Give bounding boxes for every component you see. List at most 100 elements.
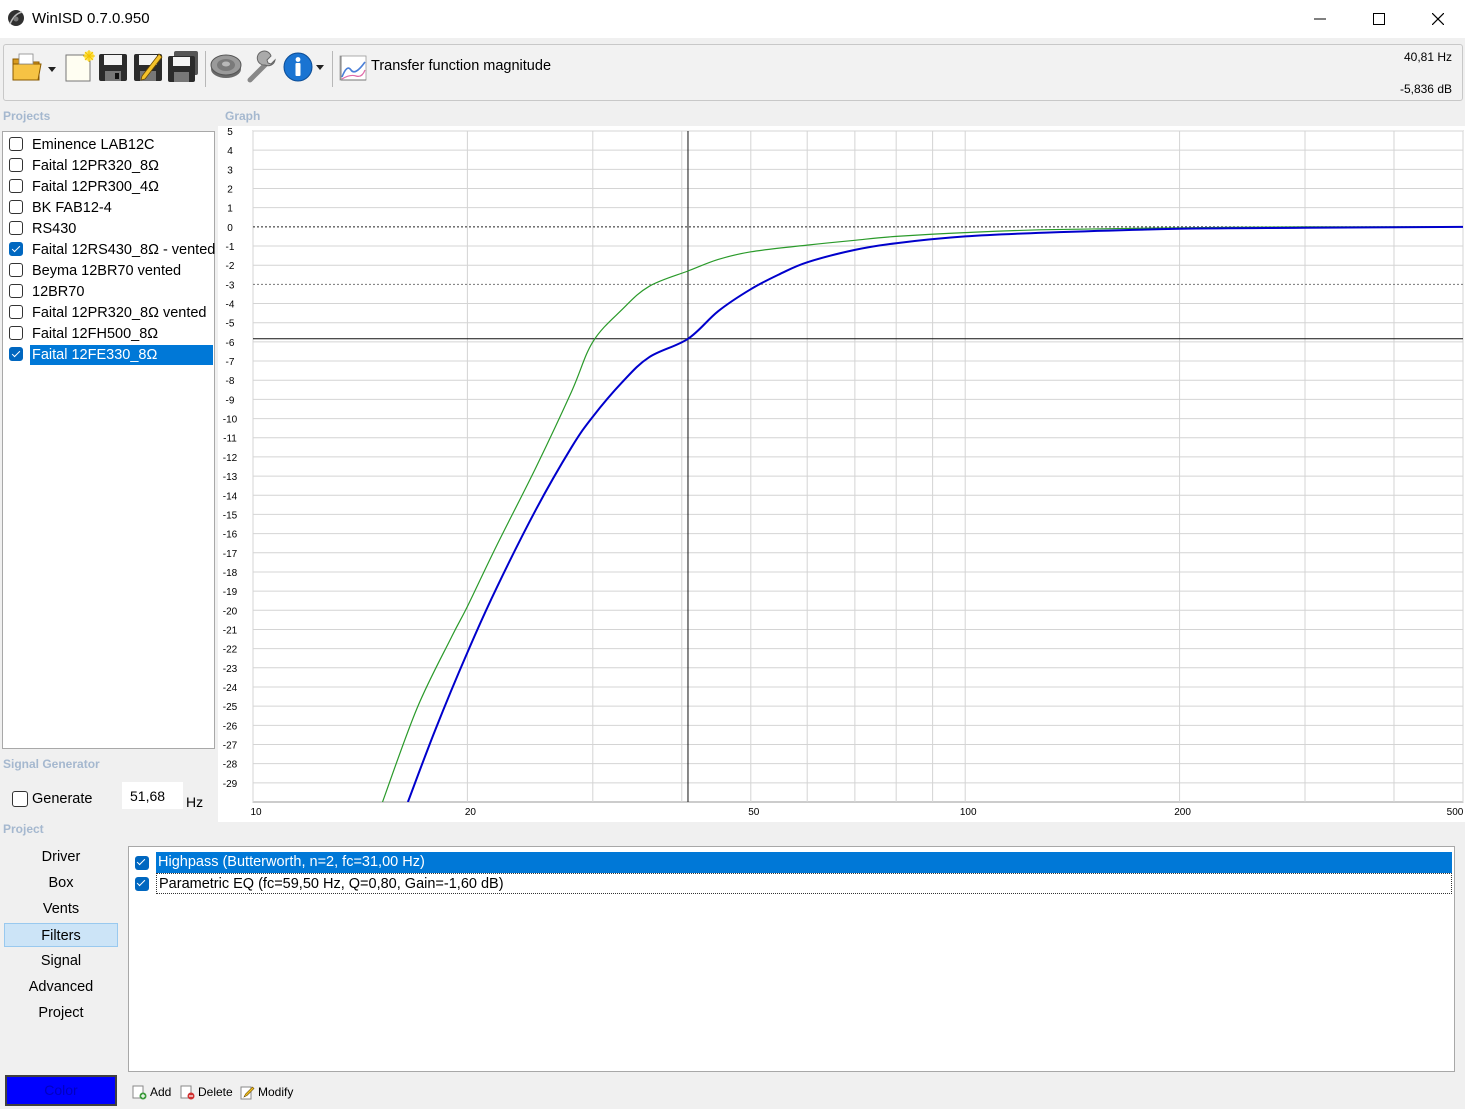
project-checkbox[interactable] [9,263,23,277]
project-item[interactable]: RS430 [3,218,214,239]
y-tick-label: 0 [227,223,233,234]
project-label[interactable]: Faital 12PR320_8Ω vented [30,303,208,323]
y-tick-label: -15 [223,510,238,521]
x-tick-label: 200 [1174,807,1191,818]
save-as-icon[interactable] [131,50,165,84]
save-all-icon[interactable] [166,50,200,84]
add-filter-label: Add [150,1085,172,1099]
close-icon [1432,13,1444,25]
project-item[interactable]: 12BR70 [3,281,214,302]
close-button[interactable] [1408,0,1465,38]
project-checkbox[interactable] [9,221,23,235]
maximize-icon [1373,13,1385,25]
y-tick-label: -6 [226,338,235,349]
project-checkbox[interactable] [9,284,23,298]
y-tick-label: 4 [227,146,233,157]
generate-label[interactable]: Generate [32,791,92,807]
y-tick-label: -29 [223,779,238,790]
graph-section-label: Graph [225,109,261,123]
y-tick-label: -16 [223,530,238,541]
project-checkbox[interactable] [9,158,23,172]
nav-item-filters[interactable]: Filters [4,923,118,947]
new-project-icon[interactable] [62,50,96,84]
delete-filter-button[interactable]: Delete [180,1083,233,1101]
nav-item-vents[interactable]: Vents [4,897,118,921]
graph-panel[interactable]: 5 4 3 2 1 0 -1 -2 -3 -4 -5 -6 -7 -8 -9 -10 -11 -12 -13 -14-… [218,126,1465,822]
window-title: WinISD 0.7.0.950 [32,10,150,27]
project-item[interactable]: Eminence LAB12C [3,134,214,155]
project-checkbox[interactable] [9,179,23,193]
generate-checkbox[interactable] [12,791,28,807]
nav-item-advanced[interactable]: Advanced [4,975,118,999]
projects-section-label: Projects [3,109,51,123]
project-item[interactable]: Beyma 12BR70 vented [3,260,214,281]
project-item[interactable]: BK FAB12-4 [3,197,214,218]
nav-item-project[interactable]: Project [4,1001,118,1025]
modify-filter-button[interactable]: Modify [240,1083,293,1101]
project-item[interactable]: Faital 12PR320_8Ω vented [3,302,214,323]
filter-item[interactable]: Parametric EQ (fc=59,50 Hz, Q=0,80, Gain… [129,873,1454,894]
cursor-frequency-readout: 40,81 Hz [1403,50,1452,64]
plot-area [252,130,1464,803]
project-checkbox[interactable] [9,305,23,319]
open-folder-icon[interactable] [10,50,58,84]
project-item[interactable]: Faital 12PR300_4Ω [3,176,214,197]
transfer-function-chart[interactable]: 543210-1-2-3-4-5-6-7-8-9-10-11-12-13-14-… [218,126,1465,822]
project-label[interactable]: BK FAB12-4 [30,198,114,218]
x-tick-label: 500 [1447,807,1464,818]
y-tick-label: -21 [223,625,238,636]
project-checkbox[interactable] [9,326,23,340]
project-label[interactable]: Beyma 12BR70 vented [30,261,183,281]
project-label[interactable]: Faital 12RS430_8Ω - vented [30,240,217,260]
modify-filter-label: Modify [258,1085,294,1099]
project-checkbox[interactable] [9,137,23,151]
project-checkbox[interactable] [9,347,23,361]
filter-label[interactable]: Highpass (Butterworth, n=2, fc=31,00 Hz) [156,852,1452,873]
projects-list[interactable]: Eminence LAB12C Faital 12PR320_8Ω Faital 1… [2,131,215,749]
project-label[interactable]: Faital 12FH500_8Ω [30,324,160,344]
filter-checkbox[interactable] [135,856,149,870]
maximize-button[interactable] [1349,0,1409,38]
project-label[interactable]: RS430 [30,219,78,239]
filter-item[interactable]: Highpass (Butterworth, n=2, fc=31,00 Hz) [129,852,1454,873]
project-item[interactable]: Faital 12PR320_8Ω [3,155,214,176]
toolbar: Transfer function magnitude 40,81 Hz -5,… [3,44,1463,101]
project-label[interactable]: Faital 12FE330_8Ω [30,345,213,365]
graph-icon[interactable] [338,50,368,84]
nav-item-signal[interactable]: Signal [4,949,118,973]
y-tick-label: -5 [226,319,235,330]
project-item[interactable]: Faital 12FE330_8Ω [3,344,214,365]
y-tick-label: -9 [226,395,235,406]
y-tick-label: -7 [226,357,235,368]
app-speaker-icon [8,10,24,26]
driver-icon[interactable] [209,50,243,84]
y-tick-label: 1 [227,204,233,215]
project-item[interactable]: Faital 12FH500_8Ω [3,323,214,344]
filters-list[interactable]: Highpass (Butterworth, n=2, fc=31,00 Hz)… [128,846,1455,1072]
graph-type-label[interactable]: Transfer function magnitude [371,58,551,74]
y-tick-label: 2 [227,185,233,196]
settings-wrench-icon[interactable] [245,50,279,84]
project-label[interactable]: Eminence LAB12C [30,135,157,155]
y-tick-label: -25 [223,702,238,713]
add-filter-button[interactable]: Add [132,1083,171,1101]
project-label[interactable]: 12BR70 [30,282,86,302]
minimize-button[interactable] [1290,0,1350,38]
y-tick-label: -27 [223,740,238,751]
nav-item-box[interactable]: Box [4,871,118,895]
project-checkbox[interactable] [9,242,23,256]
project-checkbox[interactable] [9,200,23,214]
color-button[interactable]: Color [5,1075,117,1106]
y-tick-label: -11 [223,434,237,445]
project-label[interactable]: Faital 12PR300_4Ω [30,177,161,197]
generator-frequency-input[interactable] [122,782,183,809]
project-label[interactable]: Faital 12PR320_8Ω [30,156,161,176]
nav-item-driver[interactable]: Driver [4,845,118,869]
y-tick-label: -4 [226,300,235,311]
info-icon[interactable] [282,50,328,84]
filter-checkbox[interactable] [135,877,149,891]
save-icon[interactable] [96,50,130,84]
y-tick-label: -14 [223,491,238,502]
filter-label[interactable]: Parametric EQ (fc=59,50 Hz, Q=0,80, Gain… [156,873,1452,894]
project-item[interactable]: Faital 12RS430_8Ω - vented [3,239,217,260]
